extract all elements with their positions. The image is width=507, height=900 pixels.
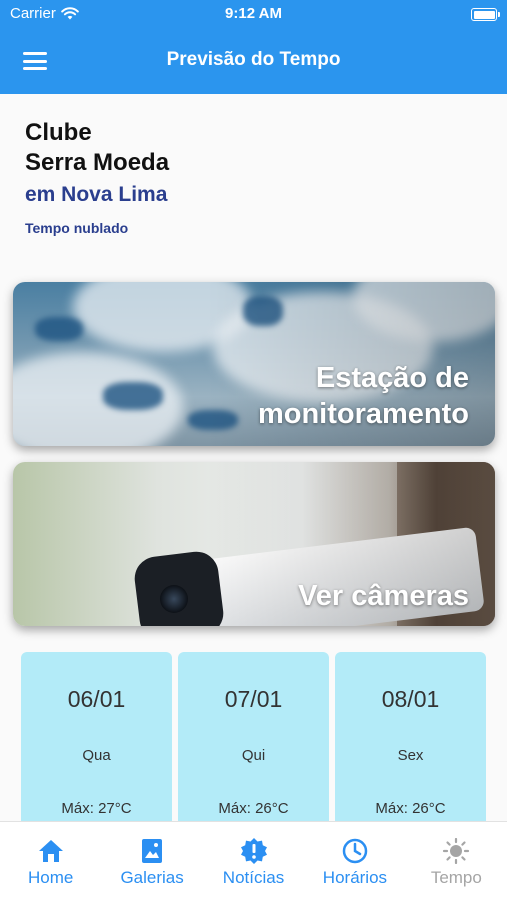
news-badge-icon [240, 838, 267, 864]
gallery-icon [142, 839, 163, 863]
monitoring-station-card[interactable]: Estação de monitoramento [13, 282, 495, 446]
sun-icon [443, 838, 470, 864]
club-name-line2: Serra Moeda [25, 149, 170, 176]
carrier-info: Carrier [10, 5, 79, 22]
forecast-day-card[interactable]: 08/01 Sex Máx: 26°C [335, 652, 486, 821]
tab-news[interactable]: Notícias [203, 822, 304, 900]
forecast-max-temp: Máx: 26°C [375, 800, 446, 817]
battery-icon [471, 8, 500, 21]
forecast-row[interactable]: 06/01 Qua Máx: 27°C 07/01 Qui Máx: 26°C … [21, 652, 487, 821]
main-content[interactable]: Clube Serra Moeda em Nova Lima Tempo nub… [0, 94, 507, 821]
forecast-date: 06/01 [67, 686, 126, 712]
cameras-card[interactable]: Ver câmeras [13, 462, 495, 626]
forecast-day-card[interactable]: 06/01 Qua Máx: 27°C [21, 652, 172, 821]
forecast-weekday: Qui [241, 747, 266, 764]
tab-weather[interactable]: Tempo [406, 822, 507, 900]
status-bar: Carrier 9:12 AM [0, 0, 507, 30]
forecast-weekday: Sex [397, 747, 424, 764]
wifi-icon [61, 6, 79, 19]
tab-galleries-label: Galerias [120, 868, 184, 887]
bottom-tab-bar: Home Galerias Notícias Horários Tempo [0, 821, 507, 900]
forecast-day-card[interactable]: 07/01 Qui Máx: 26°C [178, 652, 329, 821]
forecast-max-temp: Máx: 26°C [218, 800, 289, 817]
carrier-label: Carrier [10, 5, 56, 22]
top-nav-bar: Previsão do Tempo [0, 30, 507, 94]
tab-schedules[interactable]: Horários [304, 822, 405, 900]
hamburger-menu-icon[interactable] [22, 50, 48, 72]
home-icon [38, 840, 63, 862]
club-name-line1: Clube [25, 119, 92, 146]
weather-condition: Tempo nublado [25, 220, 129, 236]
forecast-weekday: Qua [82, 747, 111, 764]
tab-news-label: Notícias [222, 868, 285, 887]
location-header: Clube Serra Moeda em Nova Lima Tempo nub… [25, 118, 169, 236]
tab-home-label: Home [28, 868, 74, 887]
cameras-label: Ver câmeras [298, 580, 469, 612]
tab-galleries[interactable]: Galerias [101, 822, 202, 900]
tab-schedules-label: Horários [322, 868, 388, 887]
forecast-max-temp: Máx: 27°C [61, 800, 132, 817]
monitoring-station-label-line2: monitoramento [257, 398, 469, 430]
city-label: em Nova Lima [25, 183, 168, 206]
tab-home[interactable]: Home [0, 822, 101, 900]
monitoring-station-label-line1: Estação de [315, 362, 469, 394]
forecast-date: 07/01 [224, 686, 283, 712]
page-title: Previsão do Tempo [166, 49, 341, 70]
monitoring-station-label: Estação de monitoramento [258, 360, 469, 432]
forecast-date: 08/01 [381, 686, 440, 712]
tab-weather-label: Tempo [430, 868, 482, 887]
clock-icon [342, 838, 368, 864]
